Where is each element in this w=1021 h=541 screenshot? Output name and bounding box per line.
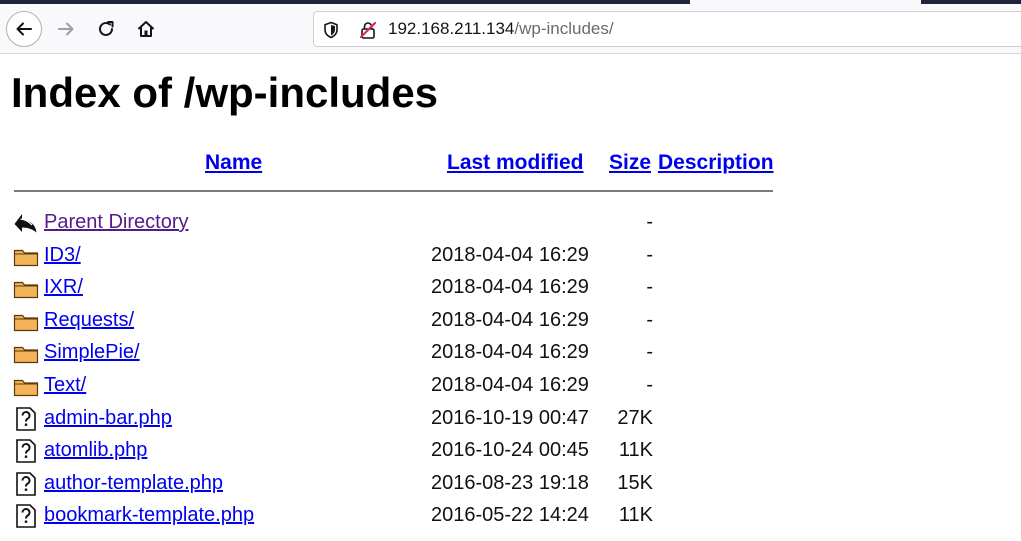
list-item: Text/ 2018-04-04 16:29 -	[0, 369, 1021, 402]
size-cell: -	[646, 341, 653, 364]
size-cell: 15K	[617, 471, 653, 494]
arrow-left-icon	[16, 22, 32, 36]
arrow-right-icon	[58, 22, 74, 36]
parent-directory-row: Parent Directory -	[0, 206, 1021, 239]
size-cell: 27K	[617, 406, 653, 429]
modified-cell: 2018-04-04 16:29	[431, 308, 589, 331]
address-bar[interactable]: 192.168.211.134/wp-includes/	[313, 11, 1021, 47]
list-item: admin-bar.php 2016-10-19 00:47 27K	[0, 402, 1021, 435]
entry-link[interactable]: atomlib.php	[44, 434, 147, 466]
modified-cell: 2016-08-23 19:18	[431, 471, 589, 494]
home-icon	[138, 21, 154, 37]
size-cell: -	[646, 211, 653, 233]
unknown-file-icon	[13, 406, 39, 431]
sort-by-size-link[interactable]: Size	[609, 150, 651, 176]
modified-cell: 2016-10-19 00:47	[431, 406, 589, 429]
modified-cell: 2018-04-04 16:29	[431, 373, 589, 396]
list-item: Requests/ 2018-04-04 16:29 -	[0, 304, 1021, 337]
unknown-file-icon	[13, 439, 39, 463]
folder-icon	[13, 374, 39, 398]
unknown-file-icon	[13, 471, 39, 496]
size-cell: -	[646, 308, 653, 331]
url-text[interactable]: 192.168.211.134/wp-includes/	[388, 12, 614, 46]
folder-icon	[13, 309, 39, 333]
list-item: IXR/ 2018-04-04 16:29 -	[0, 271, 1021, 304]
entry-link[interactable]: author-template.php	[44, 467, 223, 499]
modified-cell: 2018-04-04 16:29	[431, 243, 589, 266]
sort-by-description-link[interactable]: Description	[658, 150, 774, 176]
entry-link[interactable]: ID3/	[44, 239, 81, 271]
header-divider	[14, 190, 773, 192]
forward-button[interactable]	[48, 11, 84, 47]
modified-cell: 2018-04-04 16:29	[431, 276, 589, 299]
modified-cell: 2016-10-24 00:45	[431, 439, 589, 462]
back-icon	[13, 211, 39, 235]
entry-link[interactable]: SimplePie/	[44, 336, 140, 368]
modified-cell: 2018-04-04 16:29	[431, 341, 589, 364]
list-item: SimplePie/ 2018-04-04 16:29 -	[0, 336, 1021, 369]
unknown-file-icon	[13, 504, 39, 529]
insecure-lock-icon[interactable]	[358, 20, 378, 44]
folder-icon	[13, 341, 39, 365]
url-path: /wp-includes/	[514, 19, 614, 38]
folder-icon	[13, 244, 39, 268]
parent-directory-link[interactable]: Parent Directory	[44, 206, 189, 238]
reload-button[interactable]	[88, 11, 124, 47]
size-cell: -	[646, 276, 653, 299]
page-title: Index of /wp-includes	[11, 69, 439, 116]
size-cell: 11K	[618, 439, 653, 462]
entry-link[interactable]: Text/	[44, 369, 86, 401]
page-content: Index of /wp-includes Name Last modified…	[0, 55, 1021, 541]
home-button[interactable]	[128, 11, 164, 47]
size-cell: -	[646, 373, 653, 396]
url-host: 192.168.211.134	[388, 19, 515, 38]
entry-link[interactable]: Requests/	[44, 304, 134, 336]
sort-by-modified-link[interactable]: Last modified	[447, 150, 584, 176]
browser-toolbar: 192.168.211.134/wp-includes/	[0, 4, 1021, 54]
back-button[interactable]	[6, 11, 42, 47]
modified-cell: 2016-05-22 14:24	[431, 504, 589, 527]
entry-link[interactable]: admin-bar.php	[44, 402, 172, 434]
folder-icon	[13, 276, 39, 300]
list-item: bookmark-template.php 2016-05-22 14:24 1…	[0, 499, 1021, 532]
sort-by-name-link[interactable]: Name	[205, 150, 262, 176]
entry-link[interactable]: IXR/	[44, 271, 83, 303]
list-item: ID3/ 2018-04-04 16:29 -	[0, 239, 1021, 272]
directory-listing: Parent Directory - ID3/ 2018-04-04 16:29…	[0, 206, 1021, 532]
tracking-protection-icon[interactable]	[322, 21, 340, 43]
reload-icon	[99, 21, 114, 36]
list-item: author-template.php 2016-08-23 19:18 15K	[0, 467, 1021, 500]
size-cell: -	[646, 243, 653, 266]
list-item: atomlib.php 2016-10-24 00:45 11K	[0, 434, 1021, 467]
entry-link[interactable]: bookmark-template.php	[44, 499, 254, 531]
size-cell: 11K	[618, 504, 653, 527]
